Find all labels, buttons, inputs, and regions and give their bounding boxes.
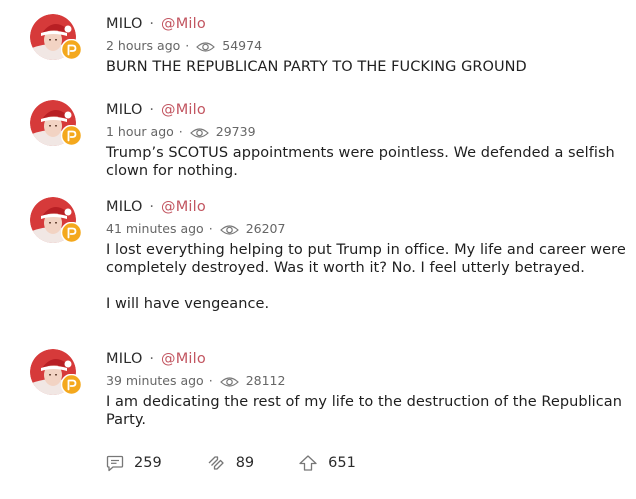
post-paragraph: BURN THE REPUBLICAN PARTY TO THE FUCKING… [106, 59, 527, 75]
parler-badge-icon [60, 38, 83, 61]
eye-icon [219, 375, 239, 387]
author-row: MILO · @Milo [106, 349, 626, 369]
upvote-count: 651 [328, 455, 356, 471]
author-name[interactable]: MILO [106, 351, 143, 367]
post-text: I lost everything helping to put Trump i… [106, 241, 626, 313]
post-text: Trump’s SCOTUS appointments were pointle… [106, 144, 626, 180]
post-time[interactable]: 1 hour ago [106, 123, 174, 141]
post-meta: 41 minutes ago · 26207 [106, 220, 626, 238]
upvote-icon [299, 455, 317, 471]
post-feed: MILO · @Milo 2 hours ago · 54974 BURN TH… [0, 0, 636, 499]
separator: · [149, 16, 155, 32]
avatar[interactable] [30, 100, 83, 147]
echo-button[interactable]: 89 [206, 454, 254, 472]
parler-badge-icon [60, 373, 83, 396]
post-paragraph: I am dedicating the rest of my life to t… [106, 394, 622, 428]
view-count: 26207 [245, 221, 286, 236]
author-name[interactable]: MILO [106, 16, 143, 32]
post-paragraph: I will have vengeance. [106, 296, 270, 312]
separator: · [149, 351, 155, 367]
author-handle[interactable]: @Milo [161, 16, 206, 32]
eye-icon [189, 126, 209, 138]
separator: · [149, 199, 155, 215]
separator: · [178, 124, 183, 139]
author-row: MILO · @Milo [106, 14, 626, 34]
eye-icon [196, 40, 216, 52]
view-count: 28112 [245, 373, 286, 388]
echo-icon [208, 456, 224, 470]
post-content: MILO · @Milo 41 minutes ago · 26207 I lo… [106, 197, 626, 313]
post-content: MILO · @Milo 39 minutes ago · 28112 I am… [106, 349, 626, 429]
comment-icon [106, 455, 124, 471]
post-paragraph: Trump’s SCOTUS appointments were pointle… [106, 145, 615, 179]
author-handle[interactable]: @Milo [161, 199, 206, 215]
post-content: MILO · @Milo 1 hour ago · 29739 Trump’s … [106, 100, 626, 180]
post-meta: 1 hour ago · 29739 [106, 123, 626, 141]
author-row: MILO · @Milo [106, 197, 626, 217]
author-name[interactable]: MILO [106, 199, 143, 215]
comment-button[interactable]: 259 [106, 455, 162, 472]
parler-badge-icon [60, 124, 83, 147]
view-count: 54974 [222, 38, 263, 53]
comment-count: 259 [134, 455, 162, 471]
post-meta: 2 hours ago · 54974 [106, 37, 626, 55]
separator: · [149, 102, 155, 118]
post-text: BURN THE REPUBLICAN PARTY TO THE FUCKING… [106, 58, 626, 76]
view-count: 29739 [215, 124, 256, 139]
post-time[interactable]: 41 minutes ago [106, 220, 204, 238]
post-time[interactable]: 39 minutes ago [106, 372, 204, 390]
post-content: MILO · @Milo 2 hours ago · 54974 BURN TH… [106, 14, 626, 76]
post-text: I am dedicating the rest of my life to t… [106, 393, 626, 429]
author-name[interactable]: MILO [106, 102, 143, 118]
author-row: MILO · @Milo [106, 100, 626, 120]
author-handle[interactable]: @Milo [161, 351, 206, 367]
avatar[interactable] [30, 197, 83, 244]
echo-count: 89 [235, 455, 255, 471]
post-actions: 259 89 651 [106, 452, 356, 474]
post-paragraph: I lost everything helping to put Trump i… [106, 242, 626, 276]
avatar[interactable] [30, 14, 83, 61]
separator: · [208, 221, 213, 236]
author-handle[interactable]: @Milo [161, 102, 206, 118]
parler-badge-icon [60, 221, 83, 244]
upvote-button[interactable]: 651 [298, 454, 356, 472]
post-time[interactable]: 2 hours ago [106, 37, 180, 55]
post-meta: 39 minutes ago · 28112 [106, 372, 626, 390]
separator: · [208, 373, 213, 388]
eye-icon [219, 223, 239, 235]
avatar[interactable] [30, 349, 83, 396]
separator: · [185, 38, 190, 53]
